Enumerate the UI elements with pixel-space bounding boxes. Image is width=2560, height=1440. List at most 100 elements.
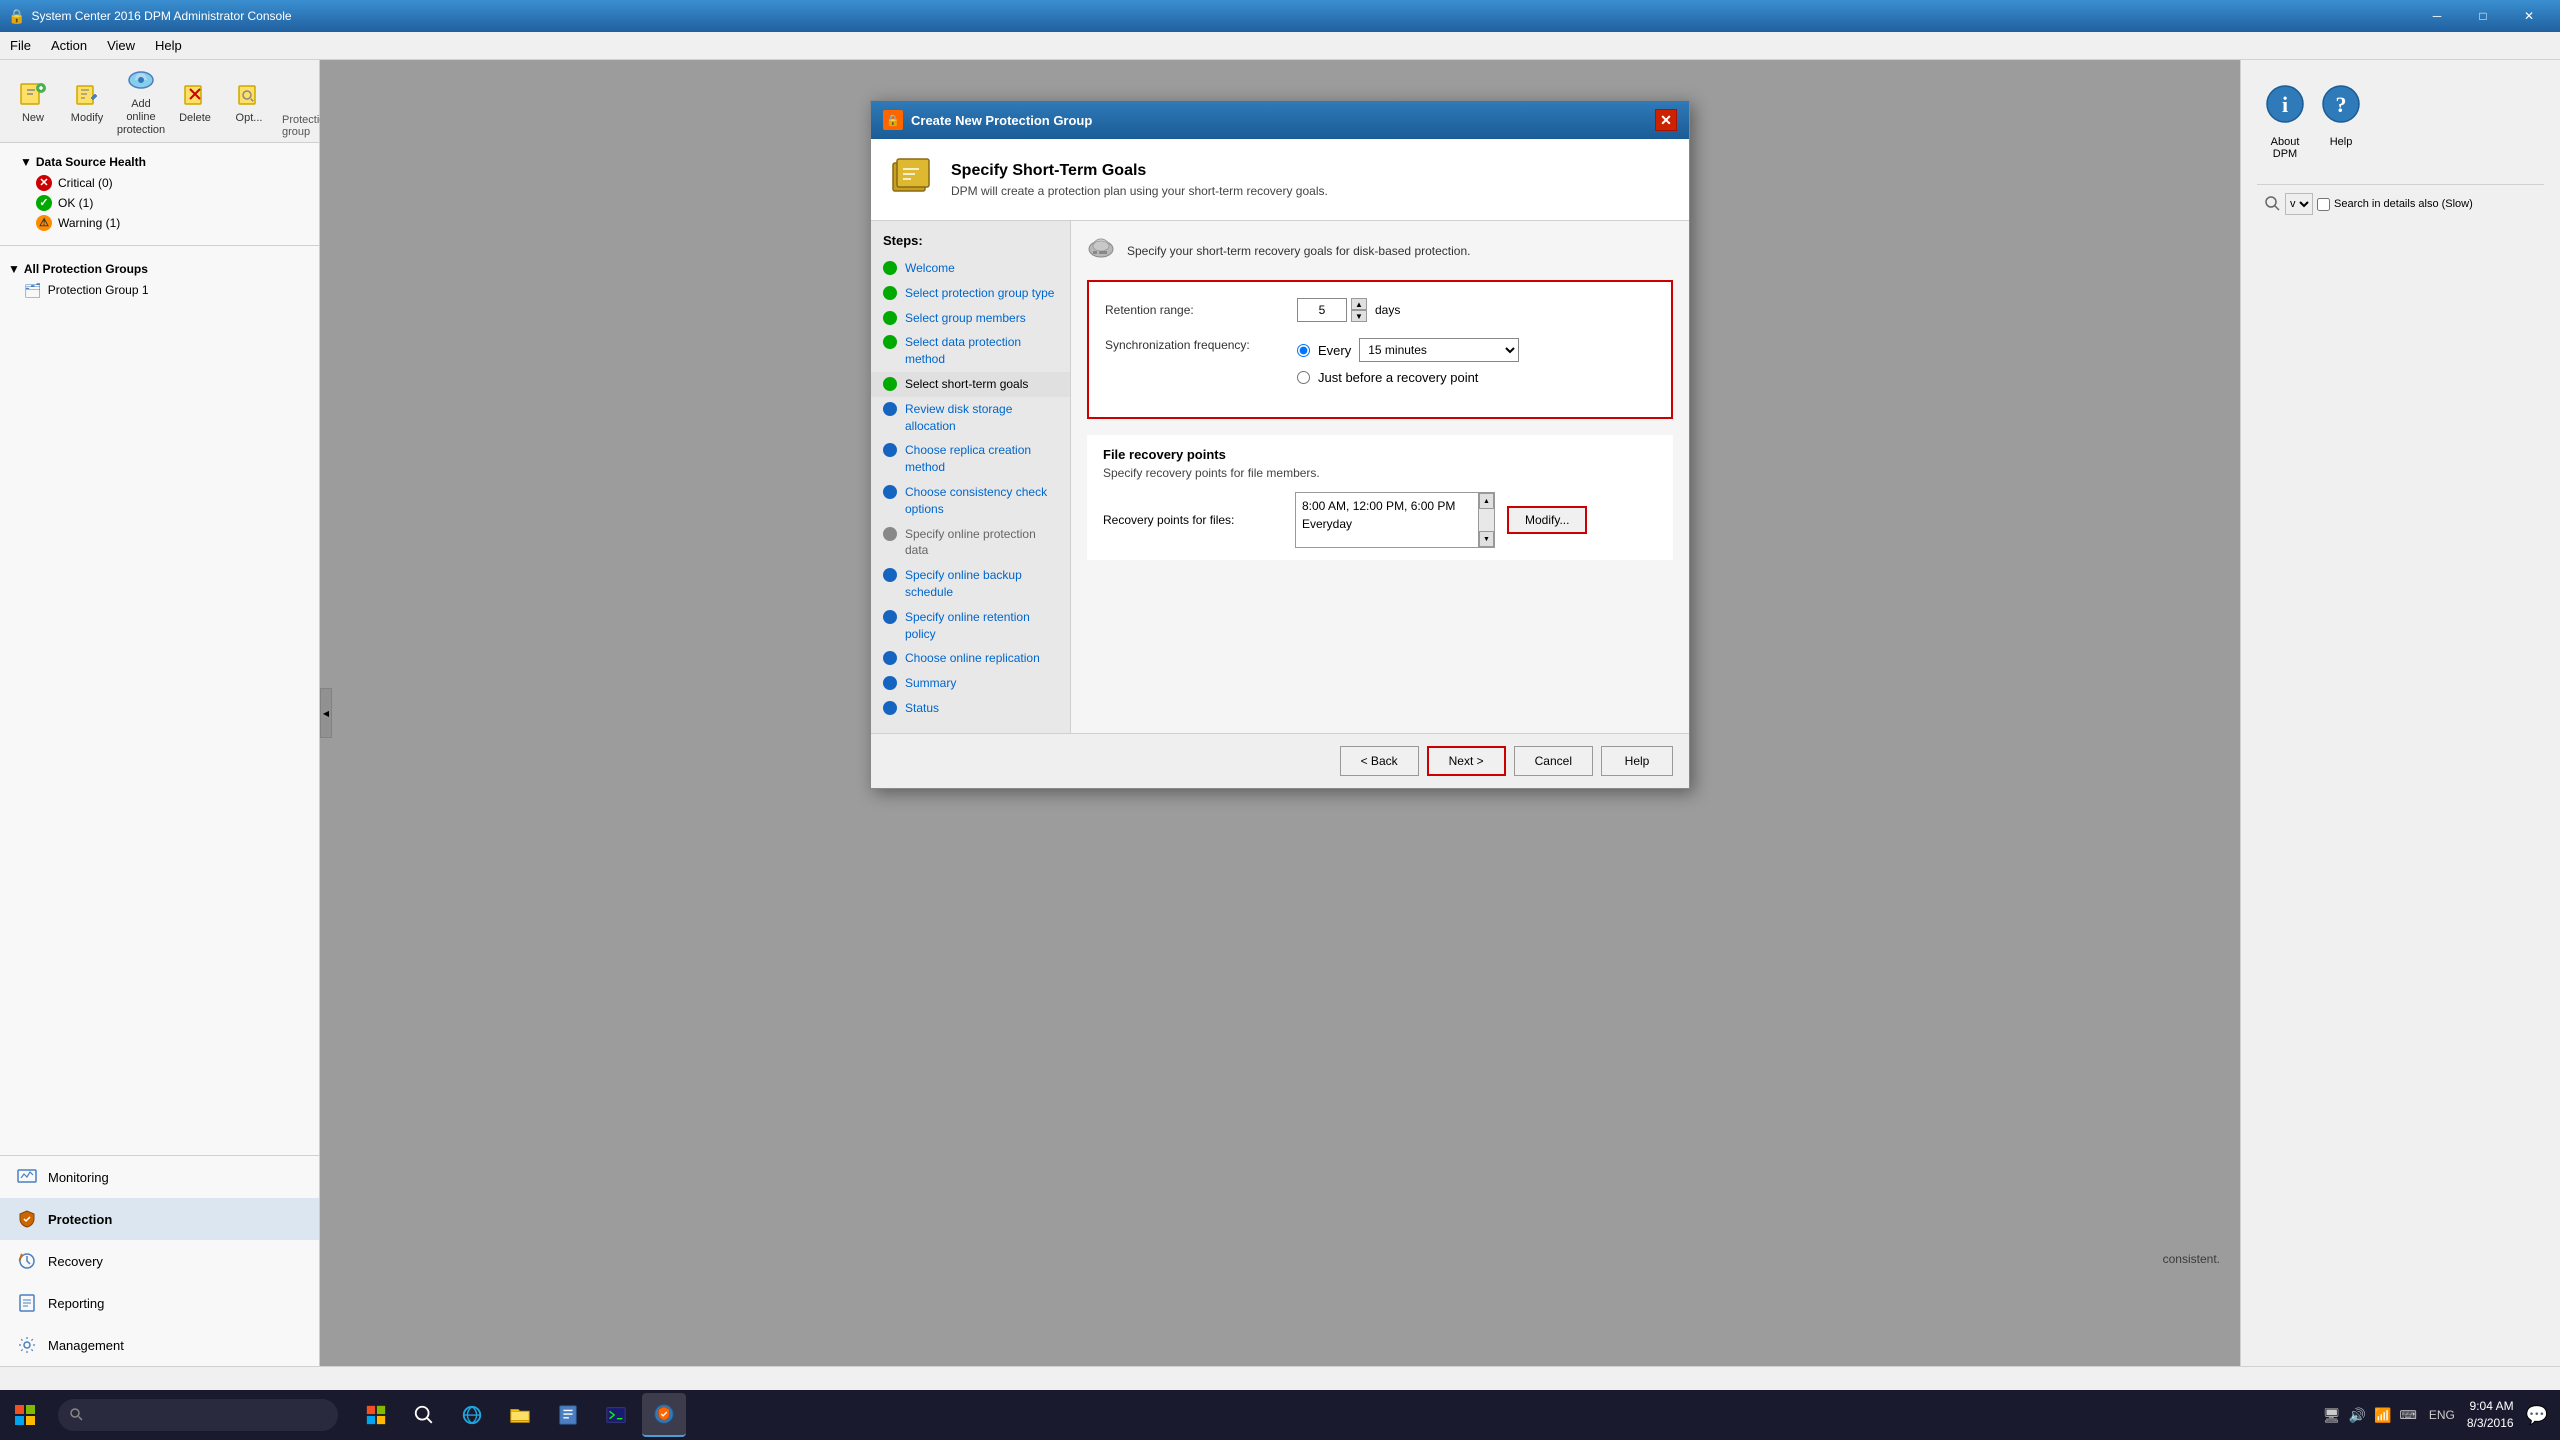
step-replica[interactable]: Choose replica creation method (871, 438, 1070, 480)
taskbar-app-dpm[interactable] (642, 1393, 686, 1437)
step-bullet-welcome (883, 261, 897, 275)
step-welcome[interactable]: Welcome (871, 256, 1070, 281)
help-button-right[interactable]: ? Help (2321, 84, 2361, 160)
bottom-nav: Monitoring Protection (0, 1155, 319, 1366)
modify-button[interactable]: Modify... (1507, 506, 1587, 534)
scroll-track (1479, 509, 1494, 531)
keyboard-icon: ⌨ (2400, 1408, 2417, 1422)
taskbar: 🖥 🔊 📶 ⌨ ENG 9:04 AM 8/3/2016 💬 (0, 1390, 2560, 1440)
sync-before-radio[interactable] (1297, 371, 1310, 384)
step-online-replication[interactable]: Choose online replication (871, 646, 1070, 671)
dialog-title-bar: 🔒 Create New Protection Group ✕ (871, 101, 1689, 139)
retention-value-input[interactable] (1297, 298, 1347, 322)
search-details-checkbox[interactable] (2317, 198, 2330, 211)
nav-reporting[interactable]: Reporting (0, 1282, 319, 1324)
step-label-disk: Review disk storage allocation (905, 401, 1058, 435)
steps-panel: Steps: Welcome Select protection group t… (871, 221, 1071, 733)
step-label-online-replication: Choose online replication (905, 650, 1040, 667)
modify-button[interactable]: Modify (62, 78, 112, 124)
data-source-title: Data Source Health (36, 155, 146, 169)
retention-up-button[interactable]: ▲ (1351, 298, 1367, 310)
step-data-protection[interactable]: Select data protection method (871, 330, 1070, 372)
search-dropdown[interactable]: v (2285, 193, 2313, 215)
retention-field-row: Retention range: ▲ ▼ days (1105, 298, 1655, 322)
step-bullet-online-backup (883, 568, 897, 582)
delete-button[interactable]: Delete (170, 78, 220, 124)
nav-management[interactable]: Management (0, 1324, 319, 1366)
step-select-type[interactable]: Select protection group type (871, 281, 1070, 306)
status-bar (0, 1366, 2560, 1390)
menu-view[interactable]: View (97, 34, 145, 57)
warning-label: Warning (1) (58, 216, 120, 230)
taskbar-app-start[interactable] (354, 1393, 398, 1437)
taskbar-app-terminal[interactable] (594, 1393, 638, 1437)
taskbar-app-ie[interactable] (450, 1393, 494, 1437)
search-row: v Search in details also (Slow) (2265, 193, 2536, 215)
nav-recovery[interactable]: Recovery (0, 1240, 319, 1282)
sync-frequency-select[interactable]: 15 minutes 30 minutes 1 hour 2 hours 4 h… (1359, 338, 1519, 362)
create-protection-group-dialog: 🔒 Create New Protection Group ✕ (870, 100, 1690, 789)
start-button[interactable] (0, 1390, 50, 1440)
step-short-term[interactable]: Select short-term goals (871, 372, 1070, 397)
taskbar-app-explorer[interactable] (498, 1393, 542, 1437)
nav-monitoring[interactable]: Monitoring (0, 1156, 319, 1198)
terminal-icon (605, 1404, 627, 1426)
menu-action[interactable]: Action (41, 34, 97, 57)
cancel-button[interactable]: Cancel (1514, 746, 1593, 776)
status-ok[interactable]: ✓ OK (1) (12, 193, 307, 213)
step-status[interactable]: Status (871, 696, 1070, 721)
dpm-icon (653, 1403, 675, 1425)
optimize-icon (233, 78, 265, 110)
step-bullet-summary (883, 676, 897, 690)
add-online-button[interactable]: Add onlineprotection (116, 64, 166, 138)
scroll-down-button[interactable]: ▼ (1479, 531, 1494, 547)
status-warning[interactable]: ⚠ Warning (1) (12, 213, 307, 233)
step-online-retention[interactable]: Specify online retention policy (871, 605, 1070, 647)
recovery-points-label: Recovery points for files: (1103, 513, 1283, 527)
menu-file[interactable]: File (0, 34, 41, 57)
delete-icon (179, 78, 211, 110)
reporting-icon (16, 1292, 38, 1314)
data-source-section: ▼ Data Source Health ✕ Critical (0) ✓ OK… (0, 143, 319, 237)
modify-icon (71, 78, 103, 110)
add-online-label: Add onlineprotection (116, 98, 166, 138)
taskbar-app-search[interactable] (402, 1393, 446, 1437)
step-disk-storage[interactable]: Review disk storage allocation (871, 397, 1070, 439)
center-panel: ◀ consistent. 🔒 Create New Protection Gr… (320, 60, 2240, 1366)
next-button[interactable]: Next > (1427, 746, 1506, 776)
about-dpm-button[interactable]: i AboutDPM (2265, 84, 2305, 160)
scroll-up-button[interactable]: ▲ (1479, 493, 1494, 509)
back-button[interactable]: < Back (1340, 746, 1419, 776)
status-critical[interactable]: ✕ Critical (0) (12, 173, 307, 193)
minimize-button[interactable]: ─ (2414, 2, 2460, 30)
new-button[interactable]: New (8, 78, 58, 124)
taskbar-app-notes[interactable] (546, 1393, 590, 1437)
step-bullet-consistency (883, 485, 897, 499)
protection-group-1[interactable]: 🗂 Protection Group 1 (0, 280, 319, 301)
step-online-data[interactable]: Specify online protection data (871, 522, 1070, 564)
taskbar-clock[interactable]: 9:04 AM 8/3/2016 (2467, 1398, 2514, 1432)
optimize-button[interactable]: Opt... (224, 78, 274, 124)
taskbar-apps (354, 1393, 686, 1437)
protection-groups-header[interactable]: ▼ All Protection Groups (0, 258, 319, 280)
management-icon (16, 1334, 38, 1356)
maximize-button[interactable]: □ (2460, 2, 2506, 30)
step-online-backup[interactable]: Specify online backup schedule (871, 563, 1070, 605)
step-consistency[interactable]: Choose consistency check options (871, 480, 1070, 522)
step-select-members[interactable]: Select group members (871, 306, 1070, 331)
main-body: New Modify (0, 60, 2560, 1366)
data-source-header[interactable]: ▼ Data Source Health (12, 151, 307, 173)
nav-protection[interactable]: Protection (0, 1198, 319, 1240)
step-summary[interactable]: Summary (871, 671, 1070, 696)
sync-label: Synchronization frequency: (1105, 338, 1285, 352)
network-icon: 🖥 (2323, 1407, 2341, 1424)
taskbar-search[interactable] (58, 1399, 338, 1431)
step-bullet-online-replication (883, 651, 897, 665)
retention-down-button[interactable]: ▼ (1351, 310, 1367, 322)
notification-icon[interactable]: 💬 (2526, 1405, 2548, 1426)
help-button[interactable]: Help (1601, 746, 1673, 776)
dialog-close-button[interactable]: ✕ (1655, 109, 1677, 131)
menu-help[interactable]: Help (145, 34, 192, 57)
close-button[interactable]: ✕ (2506, 2, 2552, 30)
sync-every-radio[interactable] (1297, 344, 1310, 357)
